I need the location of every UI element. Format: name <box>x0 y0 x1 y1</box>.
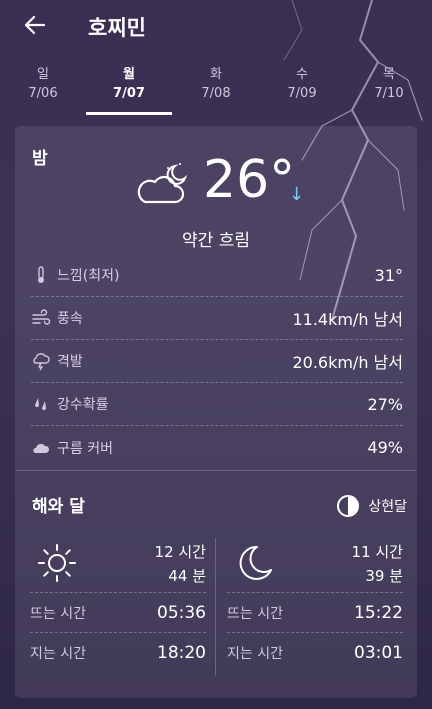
detail-label: 느낌(최저) <box>57 268 120 284</box>
tab-day-label: 수 <box>296 67 308 82</box>
tab-day-label: 일 <box>37 67 49 82</box>
forecast-card: 밤 26° ↓ 약간 흐림 느낌(최저) 31° 풍속 11.4km/h 남서 <box>15 126 417 698</box>
tab-day-1[interactable]: 월 7/07 <box>94 66 164 104</box>
tab-day-2[interactable]: 화 7/08 <box>181 66 251 104</box>
detail-value: 31° <box>374 265 403 285</box>
tab-date-label: 7/08 <box>201 86 231 101</box>
sun-icon <box>38 544 76 582</box>
detail-label: 구름 커버 <box>57 440 113 457</box>
sunset-row: 지는 시간 18:20 <box>30 632 206 672</box>
tab-date-label: 7/10 <box>374 86 404 101</box>
partly-cloudy-night-icon <box>137 163 188 204</box>
moonrise-time: 15:22 <box>354 602 403 623</box>
tab-day-3[interactable]: 수 7/09 <box>267 66 337 104</box>
detail-value: 49% <box>367 438 403 457</box>
thermometer-icon <box>38 266 44 283</box>
moonrise-label: 뜨는 시간 <box>227 605 283 622</box>
tab-date-label: 7/06 <box>28 86 58 101</box>
tab-date-label: 7/07 <box>113 86 145 101</box>
section-divider <box>15 470 417 471</box>
rain-icon <box>35 398 46 410</box>
wind-icon <box>32 309 51 325</box>
sunrise-time: 05:36 <box>157 602 206 623</box>
detail-value: 11.4km/h 남서 <box>292 310 403 329</box>
tab-date-label: 7/09 <box>287 86 317 101</box>
sunrise-label: 뜨는 시간 <box>30 605 86 622</box>
moon-column: 11 시간 39 분 뜨는 시간 15:22 지는 시간 03:01 <box>227 536 403 674</box>
crescent-moon-icon <box>239 545 272 580</box>
sun-column: 12 시간 44 분 뜨는 시간 05:36 지는 시간 18:20 <box>30 536 206 674</box>
moonset-label: 지는 시간 <box>227 645 283 662</box>
tab-day-label: 화 <box>210 67 222 82</box>
temperature: 26° <box>203 150 296 210</box>
sunrise-row: 뜨는 시간 05:36 <box>30 592 206 632</box>
tab-day-label: 목 <box>383 67 395 82</box>
city-title: 호찌민 <box>88 16 146 40</box>
tab-day-0[interactable]: 일 7/06 <box>8 66 78 104</box>
detail-row-precip: 강수확률 27% <box>31 383 403 426</box>
back-arrow-icon[interactable] <box>22 12 48 38</box>
half-moon-icon <box>337 495 360 517</box>
column-separator <box>215 538 216 676</box>
detail-value: 20.6km/h 남서 <box>292 353 403 372</box>
sunset-time: 18:20 <box>157 642 206 663</box>
sunset-label: 지는 시간 <box>30 645 86 662</box>
sun-duration-hours: 12 시간 <box>154 543 206 561</box>
cloud-icon <box>33 443 50 453</box>
moon-duration-minutes: 39 분 <box>365 567 403 585</box>
moon-phase: 상현달 <box>336 494 407 518</box>
tab-day-label: 월 <box>123 67 135 82</box>
period-label: 밤 <box>32 149 48 169</box>
details-list: 느낌(최저) 31° 풍속 11.4km/h 남서 격발 20.6km/h 남서… <box>31 254 403 469</box>
temperature-trend-arrow: ↓ <box>289 184 305 205</box>
sun-duration-minutes: 44 분 <box>168 567 206 585</box>
detail-row-cloud: 구름 커버 49% <box>31 426 403 469</box>
detail-label: 강수확률 <box>57 397 109 413</box>
detail-row-wind: 풍속 11.4km/h 남서 <box>31 297 403 340</box>
condition-text: 약간 흐림 <box>182 231 250 251</box>
detail-label: 풍속 <box>57 311 83 327</box>
moon-phase-label: 상현달 <box>368 499 407 515</box>
gust-icon <box>33 353 50 371</box>
moonrise-row: 뜨는 시간 15:22 <box>227 592 403 632</box>
moon-duration: 11 시간 39 분 <box>352 540 403 588</box>
day-tabs: 일 7/06 월 7/07 화 7/08 수 7/09 목 7/10 <box>0 66 432 118</box>
detail-row-gust: 격발 20.6km/h 남서 <box>31 340 403 383</box>
sun-moon-title: 해와 달 <box>32 497 85 517</box>
detail-value: 27% <box>367 394 403 414</box>
moonset-time: 03:01 <box>354 642 403 663</box>
detail-row-feels-like: 느낌(최저) 31° <box>31 254 403 297</box>
tab-day-4[interactable]: 목 7/10 <box>354 66 424 104</box>
sun-duration: 12 시간 44 분 <box>155 540 206 588</box>
moonset-row: 지는 시간 03:01 <box>227 632 403 672</box>
top-bar: 호찌민 <box>0 0 432 52</box>
detail-label: 격발 <box>57 354 83 370</box>
moon-duration-hours: 11 시간 <box>351 543 403 561</box>
active-tab-indicator <box>86 112 172 115</box>
